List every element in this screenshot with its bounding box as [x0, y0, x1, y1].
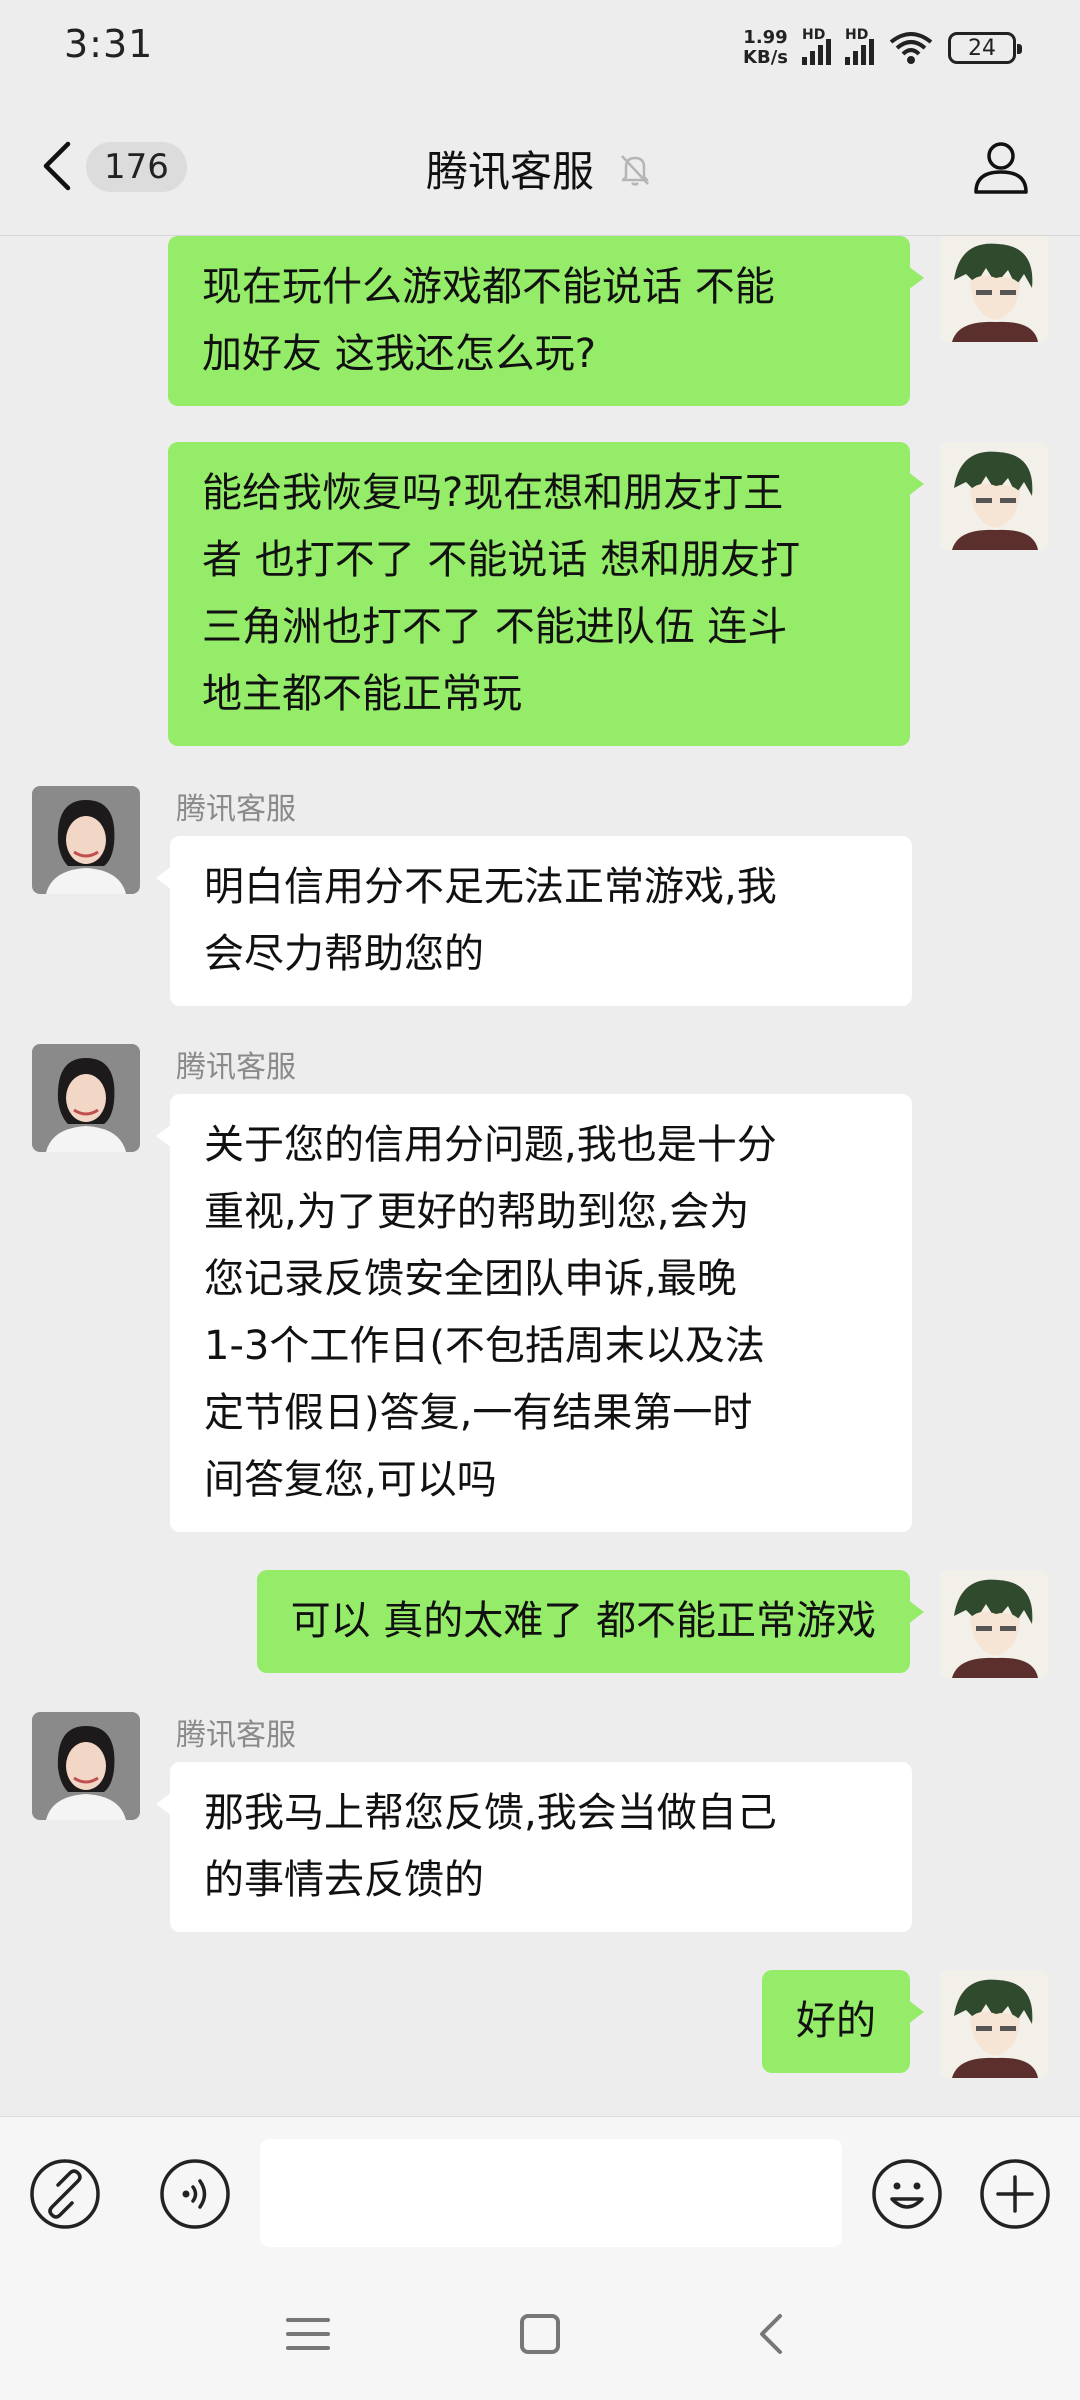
message-bubble[interactable]: 关于您的信用分问题,我也是十分 重视,为了更好的帮助到您,会为 您记录反馈安全团…	[156, 1094, 912, 1532]
message-text-line: 加好友 这我还怎么玩?	[202, 331, 596, 377]
message-text-line: 您记录反馈安全团队申诉,最晚	[204, 1256, 737, 1302]
chat-message-list[interactable]: 现在玩什么游戏都不能说话 不能 加好友 这我还怎么玩? 能给我恢复吗?现在想和朋…	[0, 236, 1080, 2116]
wifi-icon	[889, 32, 933, 64]
message-bubble[interactable]: 能给我恢复吗?现在想和朋友打王 者 也打不了 不能说话 想和朋友打 三角洲也打不…	[168, 442, 924, 746]
link-icon[interactable]	[28, 2157, 102, 2231]
user-avatar[interactable]	[940, 236, 1048, 342]
voice-icon[interactable]	[158, 2157, 232, 2231]
network-speed-unit: KB/s	[743, 47, 788, 68]
battery-icon: 24	[948, 32, 1022, 64]
signal-icon-2: HD	[845, 27, 874, 65]
chat-input-bar	[0, 2116, 1080, 2268]
message-text-line: 三角洲也打不了 不能进队伍 连斗	[202, 604, 788, 650]
sender-name: 腾讯客服	[176, 1718, 296, 1753]
chat-title: 腾讯客服	[425, 147, 594, 196]
message-text-line: 者 也打不了 不能说话 想和朋友打	[202, 537, 801, 583]
message-text-line: 地主都不能正常玩	[202, 671, 522, 717]
smile-icon[interactable]	[870, 2157, 944, 2231]
message-bubble[interactable]: 可以 真的太难了 都不能正常游戏	[256, 1570, 925, 1673]
message-text-line: 那我马上帮您反馈,我会当做自己	[204, 1790, 777, 1836]
status-icons: 1.99 KB/s HD HD 24	[743, 24, 1022, 72]
message-text-line: 的事情去反馈的	[204, 1857, 484, 1903]
user-avatar[interactable]	[940, 442, 1048, 550]
message-bubble[interactable]: 明白信用分不足无法正常游戏,我 会尽力帮助您的	[156, 836, 912, 1006]
battery-level: 24	[968, 35, 996, 61]
message-text-line: 能给我恢复吗?现在想和朋友打王	[202, 470, 784, 516]
message-text-line: 间答复您,可以吗	[204, 1457, 497, 1503]
plus-icon[interactable]	[978, 2157, 1052, 2231]
message-text-line: 可以 真的太难了 都不能正常游戏	[290, 1598, 876, 1644]
message-bubble[interactable]: 现在玩什么游戏都不能说话 不能 加好友 这我还怎么玩?	[168, 236, 924, 406]
user-avatar[interactable]	[940, 1970, 1048, 2078]
message-text-line: 重视,为了更好的帮助到您,会为	[204, 1189, 750, 1235]
network-speed-value: 1.99	[743, 27, 788, 48]
status-bar: 3:31 1.99 KB/s HD HD 24	[0, 0, 1080, 96]
home-square-icon[interactable]	[510, 2304, 570, 2364]
sender-name: 腾讯客服	[176, 792, 296, 827]
support-avatar[interactable]	[32, 1712, 140, 1820]
message-input[interactable]	[260, 2139, 842, 2247]
support-avatar[interactable]	[32, 786, 140, 894]
message-bubble[interactable]: 那我马上帮您反馈,我会当做自己 的事情去反馈的	[156, 1762, 912, 1932]
user-avatar[interactable]	[940, 1570, 1048, 1678]
message-text-line: 1-3个工作日(不包括周末以及法	[204, 1323, 765, 1369]
bell-off-icon	[621, 154, 649, 186]
hd-label: HD	[845, 27, 869, 43]
message-text-line: 好的	[796, 1998, 876, 2044]
message-text-line: 明白信用分不足无法正常游戏,我	[204, 864, 777, 910]
message-bubble[interactable]: 好的	[762, 1970, 924, 2073]
chat-title-area: 腾讯客服	[0, 138, 1080, 199]
message-text-line: 定节假日)答复,一有结果第一时	[204, 1390, 753, 1436]
message-text-line: 关于您的信用分问题,我也是十分	[204, 1122, 777, 1168]
system-nav-bar	[0, 2268, 1080, 2400]
person-icon[interactable]	[972, 138, 1030, 196]
message-text-line: 会尽力帮助您的	[204, 931, 484, 977]
status-time: 3:31	[64, 22, 154, 66]
menu-icon[interactable]	[278, 2304, 338, 2364]
back-triangle-icon[interactable]	[742, 2304, 802, 2364]
support-avatar[interactable]	[32, 1044, 140, 1152]
network-speed: 1.99 KB/s	[743, 28, 788, 68]
sender-name: 腾讯客服	[176, 1050, 296, 1085]
message-text-line: 现在玩什么游戏都不能说话 不能	[202, 264, 775, 310]
chat-header: 176 腾讯客服	[0, 96, 1080, 236]
signal-icon-1: HD	[802, 27, 831, 65]
hd-label: HD	[802, 27, 826, 43]
